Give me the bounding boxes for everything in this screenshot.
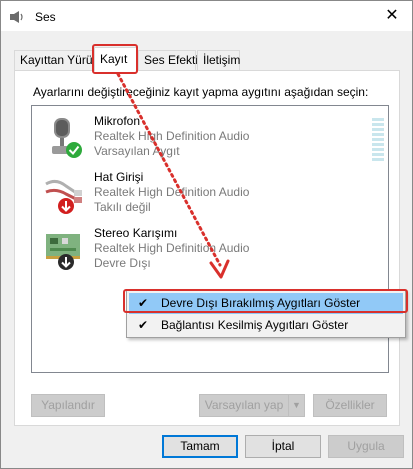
- device-state: Devre Dışı: [94, 256, 151, 270]
- level-meter: [372, 118, 384, 162]
- sound-dialog: Ses ✕ Kayıttan Yürüt Kayıt Ses Efekti İl…: [0, 0, 413, 469]
- menu-item-label: Bağlantısı Kesilmiş Aygıtları Göster: [161, 318, 349, 332]
- device-driver: Realtek High Definition Audio: [94, 129, 250, 143]
- apply-button[interactable]: Uygula: [328, 435, 404, 458]
- device-name: Stereo Karışımı: [94, 226, 178, 240]
- sound-card-icon: [46, 234, 80, 270]
- tab-recording-highlight: [92, 44, 138, 74]
- set-default-button[interactable]: Varsayılan yap ▼: [199, 394, 305, 417]
- configure-button[interactable]: Yapılandır: [31, 394, 105, 417]
- device-item-microphone[interactable]: Mikrofon Realtek High Definition Audio V…: [32, 110, 388, 166]
- device-state: Varsayılan Aygıt: [94, 144, 180, 158]
- default-check-badge: [66, 142, 82, 158]
- close-button[interactable]: ✕: [373, 3, 411, 29]
- device-item-line-in[interactable]: Hat Girişi Realtek High Definition Audio…: [32, 166, 388, 222]
- cancel-button[interactable]: İptal: [245, 435, 321, 458]
- device-driver: Realtek High Definition Audio: [94, 185, 250, 199]
- checkmark-icon: ✔: [137, 318, 149, 332]
- menu-item-highlight: [123, 289, 408, 313]
- speaker-icon: [10, 11, 23, 23]
- device-state: Takılı değil: [94, 200, 151, 214]
- chevron-down-icon[interactable]: ▼: [288, 395, 304, 416]
- menu-item-show-disconnected[interactable]: ✔ Bağlantısı Kesilmiş Aygıtları Göster: [129, 315, 403, 336]
- set-default-label: Varsayılan yap: [204, 398, 284, 412]
- line-in-cable-icon: [45, 179, 82, 214]
- ok-button[interactable]: Tamam: [162, 435, 238, 458]
- device-name: Hat Girişi: [94, 170, 144, 184]
- panel-instruction: Ayarlarını değiştireceğiniz kayıt yapma …: [33, 85, 369, 99]
- tab-communications[interactable]: İletişim: [197, 50, 240, 70]
- device-driver: Realtek High Definition Audio: [94, 241, 250, 255]
- window-title: Ses: [35, 10, 56, 24]
- tab-playback[interactable]: Kayıttan Yürüt: [14, 50, 96, 70]
- device-name: Mikrofon: [94, 114, 141, 128]
- properties-button[interactable]: Özellikler: [313, 394, 387, 417]
- microphone-icon: [52, 118, 82, 158]
- recording-panel: Ayarlarını değiştireceğiniz kayıt yapma …: [14, 70, 400, 426]
- device-item-stereo-mix[interactable]: Stereo Karışımı Realtek High Definition …: [32, 222, 388, 278]
- title-bar[interactable]: Ses ✕: [1, 1, 412, 31]
- tab-sounds[interactable]: Ses Efekti: [138, 50, 198, 70]
